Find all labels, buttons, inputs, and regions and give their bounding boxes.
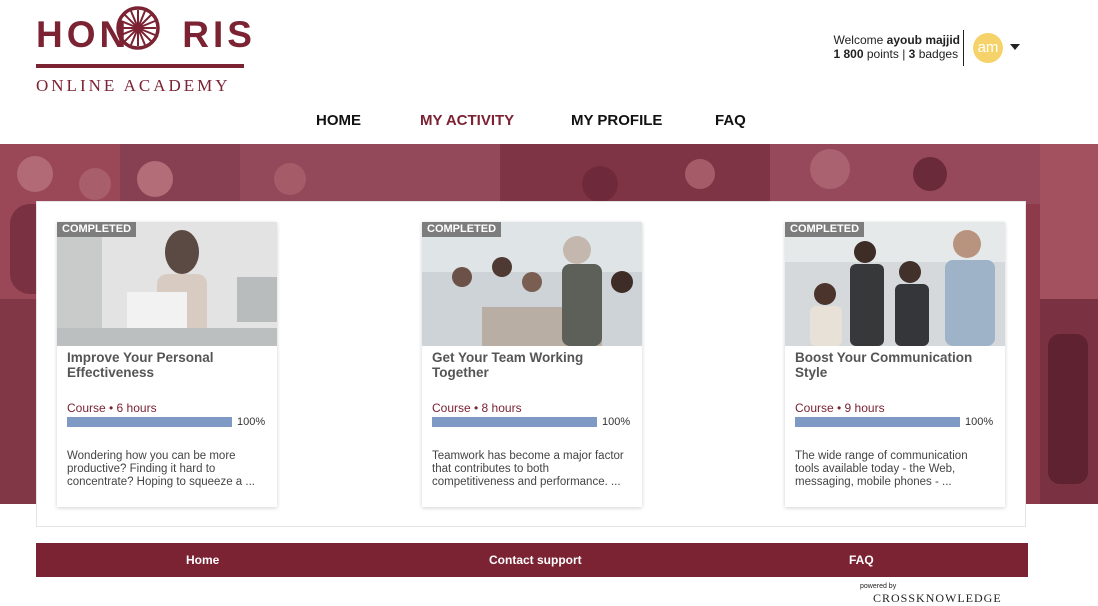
user-summary: Welcome ayoub majjid 1 800 points | 3 ba… <box>834 33 961 61</box>
avatar[interactable]: am <box>973 33 1003 63</box>
footer-link-home[interactable]: Home <box>186 553 219 567</box>
progress-label: 100% <box>602 416 631 428</box>
progress-bar <box>67 417 232 427</box>
status-badge: COMPLETED <box>422 222 502 237</box>
course-title[interactable]: Improve Your Personal Effectiveness <box>67 350 267 380</box>
course-card[interactable]: COMPLETED Boost Your Communication Style… <box>785 222 1005 507</box>
course-description: Teamwork has become a major factor that … <box>432 450 624 488</box>
course-meta: Course • 8 hours <box>432 401 522 415</box>
logo-tagline: ONLINE ACADEMY <box>36 76 231 95</box>
nav-my-activity[interactable]: MY ACTIVITY <box>420 112 514 129</box>
main-nav: HOME MY ACTIVITY MY PROFILE FAQ <box>0 112 1098 132</box>
progress-bar <box>795 417 960 427</box>
course-photo-image <box>57 222 277 346</box>
course-title[interactable]: Boost Your Communication Style <box>795 350 995 380</box>
powered-by-label: powered by <box>860 583 897 590</box>
course-title[interactable]: Get Your Team Working Together <box>432 350 632 380</box>
course-meta: Course • 9 hours <box>795 401 885 415</box>
nav-home[interactable]: HOME <box>316 112 361 129</box>
course-thumbnail: COMPLETED <box>57 222 277 346</box>
course-description: Wondering how you can be more productive… <box>67 450 255 488</box>
nav-faq[interactable]: FAQ <box>715 112 746 129</box>
course-card[interactable]: COMPLETED Get Your Team Working Together… <box>422 222 642 507</box>
nav-my-profile[interactable]: MY PROFILE <box>571 112 662 129</box>
course-thumbnail: COMPLETED <box>422 222 642 346</box>
chevron-down-icon[interactable] <box>1010 44 1020 50</box>
logo-text-right: RIS <box>182 14 256 55</box>
crossknowledge-logo[interactable]: CROSSKNOWLEDGE <box>873 591 1002 606</box>
wheel-emblem-icon <box>116 6 160 50</box>
course-card[interactable]: COMPLETED Improve Your Personal Effectiv… <box>57 222 277 507</box>
status-badge: COMPLETED <box>785 222 865 237</box>
course-photo-image <box>785 222 1005 346</box>
course-meta: Course • 6 hours <box>67 401 157 415</box>
progress-label: 100% <box>237 416 266 428</box>
user-divider <box>963 30 964 66</box>
progress-bar <box>432 417 597 427</box>
user-name: ayoub majjid <box>886 33 960 47</box>
status-badge: COMPLETED <box>57 222 137 237</box>
welcome-line: Welcome ayoub majjid <box>833 33 961 47</box>
logo-divider <box>36 64 244 68</box>
honoris-logo[interactable]: HON RIS ONLINE ACADEMY <box>36 6 252 98</box>
points-line: 1 800 points | 3 badges <box>833 47 959 61</box>
footer-bar: Home Contact support FAQ <box>36 543 1028 577</box>
course-description: The wide range of communication tools av… <box>795 450 968 488</box>
points-value: 1 800 <box>833 47 864 61</box>
course-photo-image <box>422 222 642 346</box>
footer-link-faq[interactable]: FAQ <box>849 553 874 567</box>
course-thumbnail: COMPLETED <box>785 222 1005 346</box>
footer-link-contact-support[interactable]: Contact support <box>489 553 582 567</box>
progress-label: 100% <box>965 416 994 428</box>
